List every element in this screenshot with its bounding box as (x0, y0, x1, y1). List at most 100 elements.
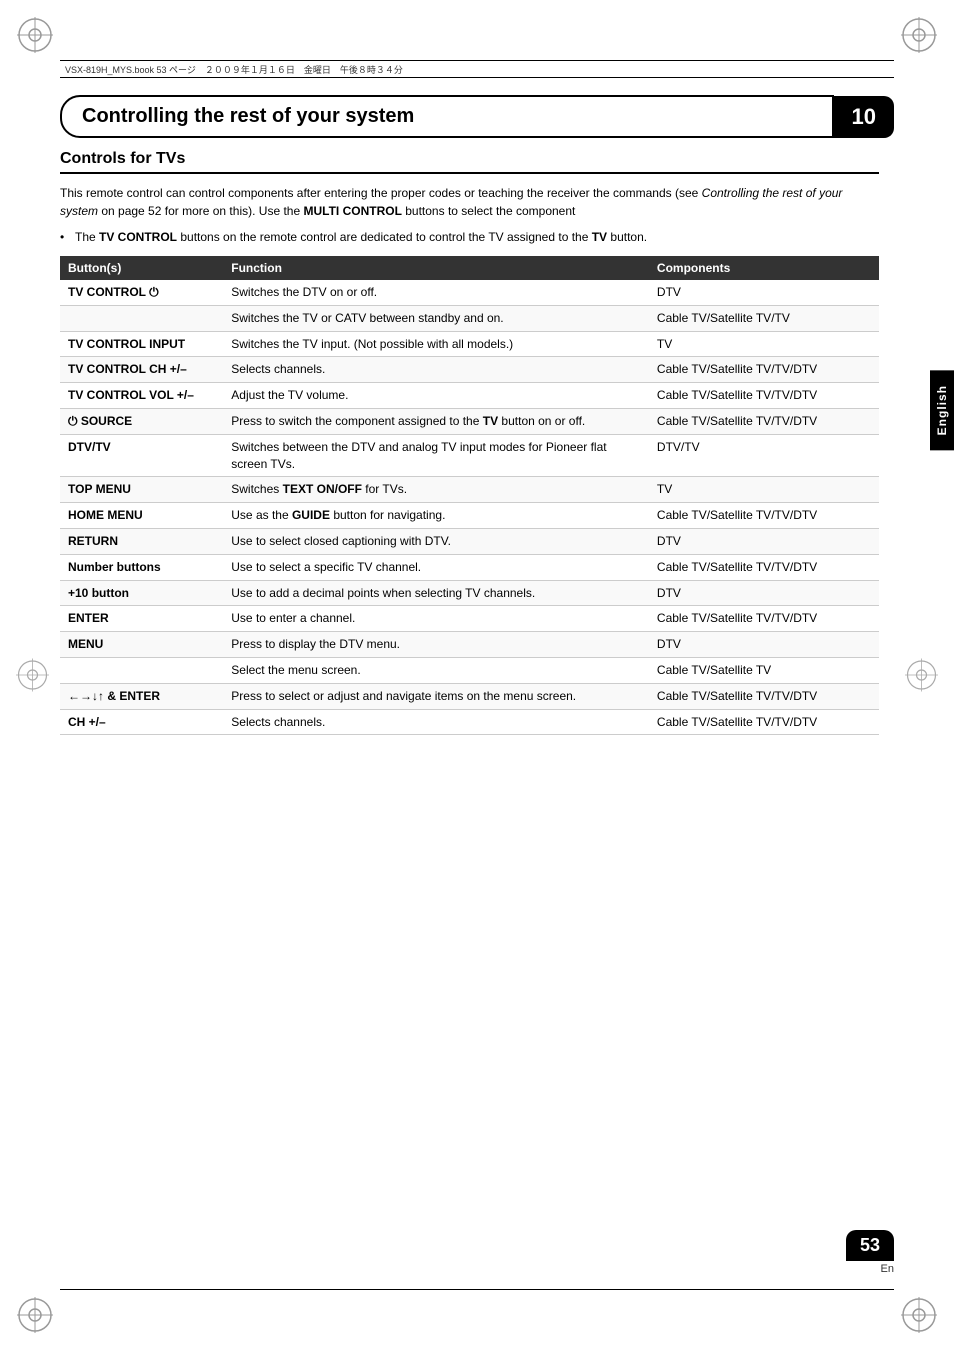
table-row: RETURN Use to select closed captioning w… (60, 528, 879, 554)
bullet-text-1: The (75, 230, 99, 244)
cell-function: Use to select a specific TV channel. (223, 554, 649, 580)
table-row: HOME MENU Use as the GUIDE button for na… (60, 503, 879, 529)
table-row: Number buttons Use to select a specific … (60, 554, 879, 580)
section-intro: This remote control can control componen… (60, 184, 879, 220)
cell-button (60, 305, 223, 331)
page-en-label: En (881, 1263, 894, 1275)
table-row: TV CONTROL INPUT Switches the TV input. … (60, 331, 879, 357)
cell-button: TV CONTROL CH +/– (60, 357, 223, 383)
cell-button: MENU (60, 632, 223, 658)
bullet-text-3: button. (607, 230, 647, 244)
table-row: TV CONTROL VOL +/– Adjust the TV volume.… (60, 383, 879, 409)
intro-text-2: on page 52 for more on this). Use the (98, 204, 303, 218)
section-title: Controls for TVs (60, 150, 879, 174)
cell-components: Cable TV/Satellite TV (649, 657, 879, 683)
page-number: 53 (846, 1230, 894, 1261)
cell-function: Press to select or adjust and navigate i… (223, 683, 649, 709)
table-body: TV CONTROL ⏻ Switches the DTV on or off.… (60, 280, 879, 735)
cell-button: RETURN (60, 528, 223, 554)
cell-components: DTV (649, 632, 879, 658)
cell-button: DTV/TV (60, 434, 223, 477)
cell-components: Cable TV/Satellite TV/TV/DTV (649, 709, 879, 735)
cell-button: +10 button (60, 580, 223, 606)
bullet-bold-tv: TV CONTROL (99, 230, 177, 244)
table-row: ⏻ SOURCE Press to switch the component a… (60, 408, 879, 434)
table-row: DTV/TV Switches between the DTV and anal… (60, 434, 879, 477)
cell-function: Press to display the DTV menu. (223, 632, 649, 658)
col-components: Components (649, 256, 879, 280)
cell-function: Switches between the DTV and analog TV i… (223, 434, 649, 477)
intro-bold-multi: MULTI CONTROL (303, 204, 401, 218)
cell-button: ←→↓↑ & ENTER (60, 683, 223, 709)
intro-text-3: buttons to select the component (402, 204, 575, 218)
table-row: Select the menu screen. Cable TV/Satelli… (60, 657, 879, 683)
corner-deco-br (899, 1295, 939, 1335)
cell-button: TOP MENU (60, 477, 223, 503)
cell-components: Cable TV/Satellite TV/TV/DTV (649, 554, 879, 580)
cell-components: TV (649, 477, 879, 503)
cell-button (60, 657, 223, 683)
cell-function: Switches TEXT ON/OFF for TVs. (223, 477, 649, 503)
table-row: TOP MENU Switches TEXT ON/OFF for TVs. T… (60, 477, 879, 503)
cell-function: Use as the GUIDE button for navigating. (223, 503, 649, 529)
cell-components: TV (649, 331, 879, 357)
table-row: Switches the TV or CATV between standby … (60, 305, 879, 331)
cell-function: Selects channels. (223, 357, 649, 383)
cell-function: Adjust the TV volume. (223, 383, 649, 409)
main-content: Controls for TVs This remote control can… (60, 150, 879, 735)
cell-components: Cable TV/Satellite TV/TV/DTV (649, 606, 879, 632)
table-header-row: Button(s) Function Components (60, 256, 879, 280)
cell-button: TV CONTROL VOL +/– (60, 383, 223, 409)
page-number-area: 53 En (846, 1230, 894, 1275)
col-button: Button(s) (60, 256, 223, 280)
cell-button: ENTER (60, 606, 223, 632)
cell-function: Switches the TV or CATV between standby … (223, 305, 649, 331)
chapter-number: 10 (834, 96, 894, 138)
bullet-bold-tv2: TV (592, 230, 607, 244)
cell-function: Use to select closed captioning with DTV… (223, 528, 649, 554)
cell-function: Use to enter a channel. (223, 606, 649, 632)
cell-button: CH +/– (60, 709, 223, 735)
cell-function: Selects channels. (223, 709, 649, 735)
table-row: TV CONTROL CH +/– Selects channels. Cabl… (60, 357, 879, 383)
corner-deco-tl (15, 15, 55, 55)
table-row: CH +/– Selects channels. Cable TV/Satell… (60, 709, 879, 735)
corner-deco-tr (899, 15, 939, 55)
cell-button: TV CONTROL ⏻ (60, 280, 223, 305)
cell-components: DTV (649, 280, 879, 305)
cell-components: Cable TV/Satellite TV/TV/DTV (649, 383, 879, 409)
page: VSX-819H_MYS.book 53 ページ ２００９年１月１６日 金曜日 … (0, 0, 954, 1350)
cell-function: Switches the TV input. (Not possible wit… (223, 331, 649, 357)
cell-components: Cable TV/Satellite TV/TV/DTV (649, 503, 879, 529)
controls-table: Button(s) Function Components TV CONTROL… (60, 256, 879, 735)
table-row: ENTER Use to enter a channel. Cable TV/S… (60, 606, 879, 632)
cell-function: Use to add a decimal points when selecti… (223, 580, 649, 606)
col-function: Function (223, 256, 649, 280)
bottom-strip (60, 1289, 894, 1290)
cell-button: ⏻ SOURCE (60, 408, 223, 434)
table-row: ←→↓↑ & ENTER Press to select or adjust a… (60, 683, 879, 709)
cell-components: Cable TV/Satellite TV/TV/DTV (649, 357, 879, 383)
corner-deco-bl (15, 1295, 55, 1335)
table-row: +10 button Use to add a decimal points w… (60, 580, 879, 606)
cell-button: TV CONTROL INPUT (60, 331, 223, 357)
reg-mark-right (904, 658, 939, 693)
chapter-header: Controlling the rest of your system 10 (60, 95, 894, 138)
cell-button: Number buttons (60, 554, 223, 580)
language-tab: English (930, 370, 954, 450)
cell-components: Cable TV/Satellite TV/TV (649, 305, 879, 331)
file-info-text: VSX-819H_MYS.book 53 ページ ２００９年１月１６日 金曜日 … (65, 63, 403, 76)
intro-text-1: This remote control can control componen… (60, 186, 702, 200)
chapter-title: Controlling the rest of your system (60, 95, 834, 138)
bullet-item: The TV CONTROL buttons on the remote con… (60, 228, 879, 246)
cell-components: DTV/TV (649, 434, 879, 477)
cell-function: Press to switch the component assigned t… (223, 408, 649, 434)
cell-function: Switches the DTV on or off. (223, 280, 649, 305)
cell-components: DTV (649, 580, 879, 606)
cell-components: DTV (649, 528, 879, 554)
cell-function: Select the menu screen. (223, 657, 649, 683)
cell-components: Cable TV/Satellite TV/TV/DTV (649, 408, 879, 434)
reg-mark-left (15, 658, 50, 693)
file-info-strip: VSX-819H_MYS.book 53 ページ ２００９年１月１６日 金曜日 … (60, 60, 894, 78)
bullet-text-2: buttons on the remote control are dedica… (177, 230, 592, 244)
